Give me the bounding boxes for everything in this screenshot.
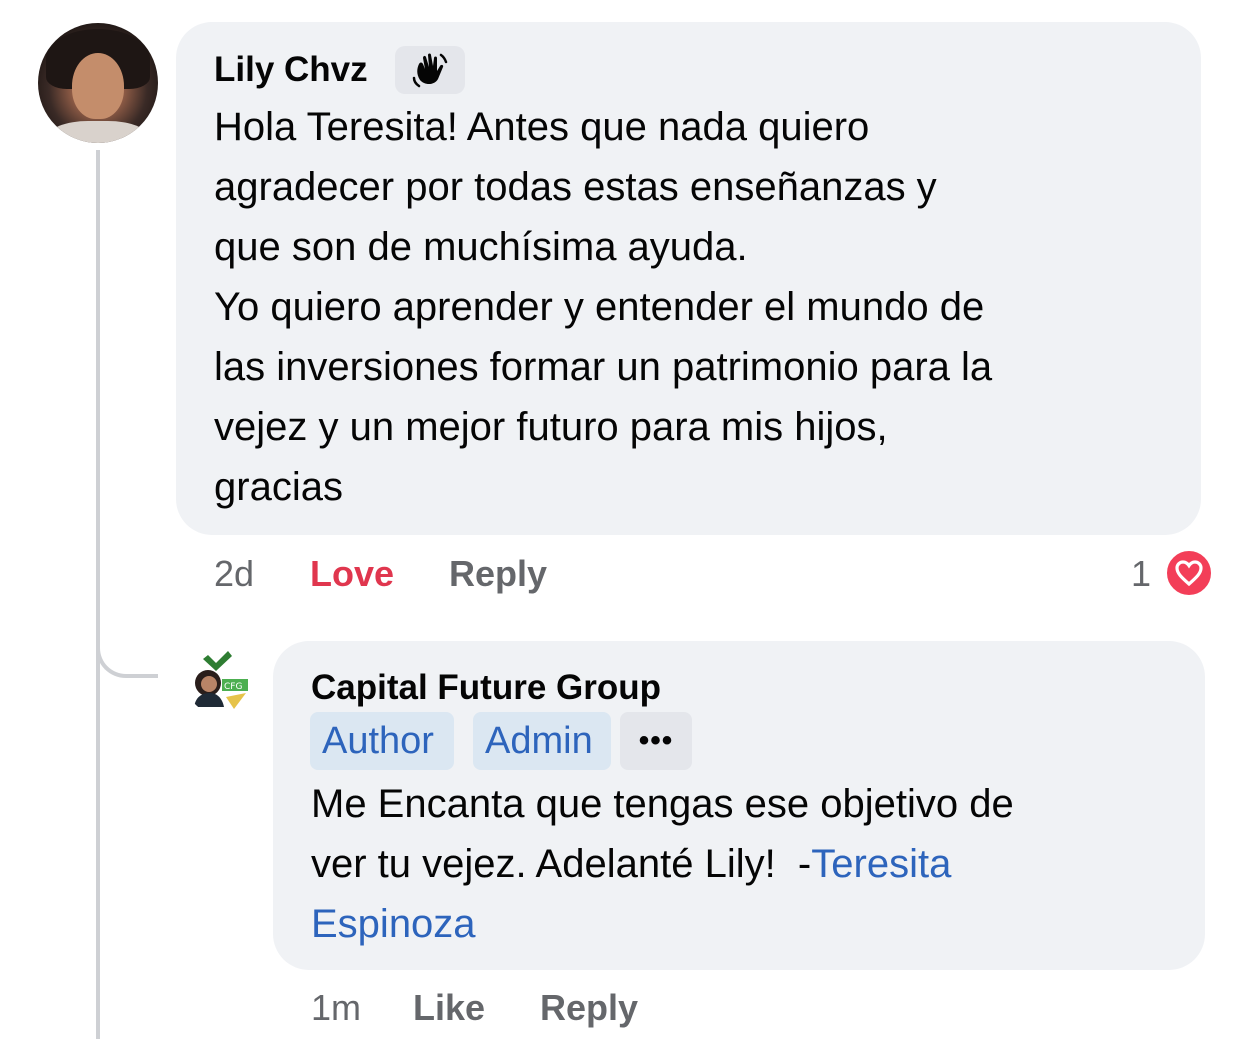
reaction-count[interactable]: 1 — [1131, 552, 1151, 596]
reply-reply-button[interactable]: Reply — [540, 986, 638, 1030]
reply-bubble: Capital Future Group Author Admin ••• Me… — [273, 641, 1205, 970]
comment-text: Hola Teresita! Antes que nada quiero agr… — [214, 105, 993, 509]
admin-badge: Admin — [473, 712, 611, 770]
reply-author-name[interactable]: Capital Future Group — [311, 668, 661, 708]
waving-hand-icon[interactable] — [395, 46, 465, 94]
thread-line — [96, 150, 100, 1039]
thread-connector — [96, 600, 158, 678]
svg-text:CFG: CFG — [224, 682, 242, 692]
author-badge: Author — [310, 712, 454, 770]
comment-author-name[interactable]: Lily Chvz — [214, 50, 368, 90]
love-button[interactable]: Love — [310, 552, 394, 596]
comment-bubble: Lily Chvz Hola Teresita! Antes que nada … — [176, 22, 1201, 535]
like-button[interactable]: Like — [413, 986, 485, 1030]
reply-button[interactable]: Reply — [449, 552, 547, 596]
heart-icon[interactable] — [1164, 548, 1214, 598]
comment-timestamp[interactable]: 2d — [214, 552, 254, 596]
reply-timestamp[interactable]: 1m — [311, 986, 361, 1030]
page-avatar[interactable]: CFG — [186, 647, 254, 715]
avatar-shirt — [48, 121, 148, 143]
avatar-face — [72, 53, 124, 119]
avatar[interactable] — [38, 23, 158, 143]
more-options-button[interactable]: ••• — [620, 712, 692, 770]
reply-text: Me Encanta que tengas ese objetivo de ve… — [311, 774, 1191, 954]
